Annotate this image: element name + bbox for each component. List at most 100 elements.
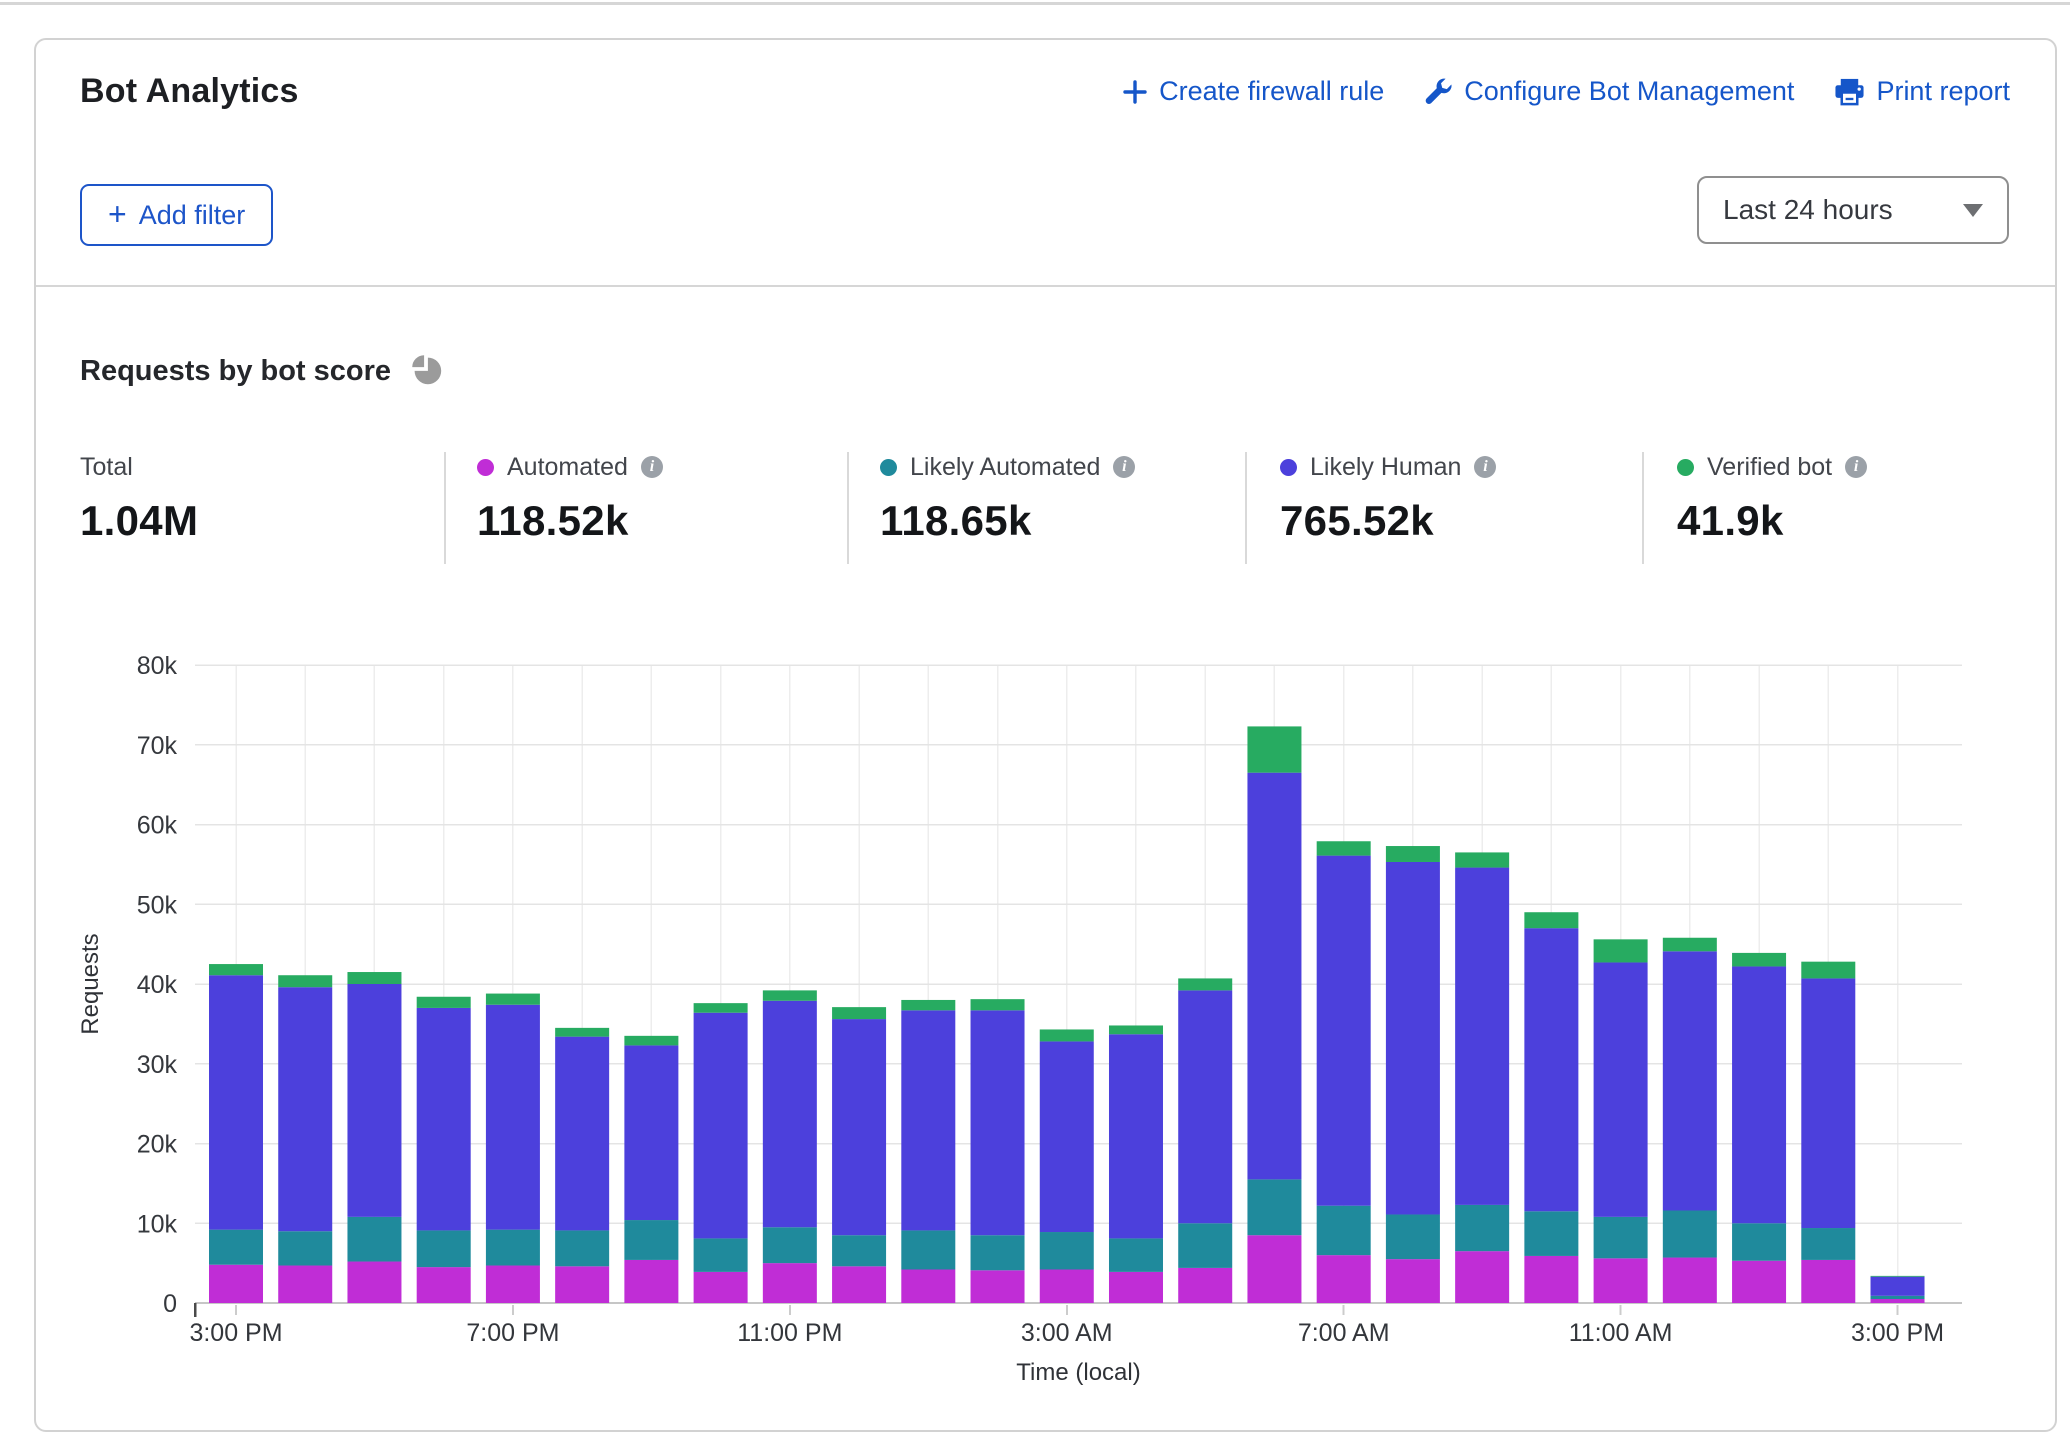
bar-segment[interactable] xyxy=(1871,1277,1925,1296)
add-filter-button[interactable]: + Add filter xyxy=(80,184,273,246)
bar-segment[interactable] xyxy=(1178,990,1232,1223)
bar-segment[interactable] xyxy=(1178,1268,1232,1303)
bar-segment[interactable] xyxy=(417,1008,471,1231)
bar-segment[interactable] xyxy=(832,1266,886,1303)
bar-segment[interactable] xyxy=(832,1019,886,1235)
bar-segment[interactable] xyxy=(763,1227,817,1263)
bar-segment[interactable] xyxy=(763,1263,817,1303)
bar-segment[interactable] xyxy=(1801,978,1855,1228)
bar-segment[interactable] xyxy=(763,1001,817,1227)
bar-segment[interactable] xyxy=(1732,1261,1786,1303)
bar-segment[interactable] xyxy=(1386,846,1440,862)
create-firewall-rule-link[interactable]: Create firewall rule xyxy=(1122,76,1384,107)
bar-segment[interactable] xyxy=(1040,1029,1094,1041)
bar-segment[interactable] xyxy=(1524,1256,1578,1303)
bar-segment[interactable] xyxy=(694,1238,748,1271)
bar-segment[interactable] xyxy=(971,1010,1025,1235)
bar-segment[interactable] xyxy=(1732,953,1786,967)
bar-segment[interactable] xyxy=(1040,1041,1094,1232)
bar-segment[interactable] xyxy=(1732,1223,1786,1260)
bar-segment[interactable] xyxy=(486,1266,540,1303)
bar-segment[interactable] xyxy=(209,975,263,1229)
bar-segment[interactable] xyxy=(1247,1235,1301,1303)
bar-segment[interactable] xyxy=(347,1262,401,1303)
bar-segment[interactable] xyxy=(1594,962,1648,1216)
bar-segment[interactable] xyxy=(694,1003,748,1013)
bar-segment[interactable] xyxy=(1455,852,1509,867)
bar-segment[interactable] xyxy=(1109,1238,1163,1271)
bar-segment[interactable] xyxy=(1663,1210,1717,1257)
bar-segment[interactable] xyxy=(1594,939,1648,962)
bar-segment[interactable] xyxy=(1871,1296,1925,1299)
bar-segment[interactable] xyxy=(555,1230,609,1266)
bar-segment[interactable] xyxy=(1801,1260,1855,1303)
bar-segment[interactable] xyxy=(1386,1259,1440,1303)
bar-segment[interactable] xyxy=(347,984,401,1217)
bar-segment[interactable] xyxy=(209,1265,263,1303)
bar-segment[interactable] xyxy=(1109,1272,1163,1303)
bar-segment[interactable] xyxy=(1524,928,1578,1211)
bar-segment[interactable] xyxy=(347,1217,401,1262)
bar-segment[interactable] xyxy=(209,1230,263,1265)
bar-segment[interactable] xyxy=(347,972,401,984)
bar-segment[interactable] xyxy=(1178,978,1232,990)
bar-segment[interactable] xyxy=(1317,1206,1371,1255)
bar-segment[interactable] xyxy=(1871,1299,1925,1303)
bar-segment[interactable] xyxy=(555,1028,609,1037)
bar-segment[interactable] xyxy=(1247,773,1301,1180)
info-icon[interactable]: i xyxy=(1845,456,1867,478)
bar-segment[interactable] xyxy=(1247,726,1301,772)
info-icon[interactable]: i xyxy=(641,456,663,478)
bar-segment[interactable] xyxy=(1317,856,1371,1206)
bar-segment[interactable] xyxy=(971,1235,1025,1270)
bar-segment[interactable] xyxy=(1594,1217,1648,1258)
bar-segment[interactable] xyxy=(1040,1232,1094,1269)
bar-segment[interactable] xyxy=(555,1266,609,1303)
bar-segment[interactable] xyxy=(971,999,1025,1010)
bar-segment[interactable] xyxy=(901,1000,955,1010)
bar-segment[interactable] xyxy=(624,1036,678,1046)
bar-segment[interactable] xyxy=(694,1272,748,1303)
bar-segment[interactable] xyxy=(1178,1223,1232,1268)
bar-segment[interactable] xyxy=(694,1013,748,1239)
bar-segment[interactable] xyxy=(624,1260,678,1303)
bar-segment[interactable] xyxy=(1109,1034,1163,1238)
bar-segment[interactable] xyxy=(1663,951,1717,1210)
bar-segment[interactable] xyxy=(763,990,817,1000)
bar-segment[interactable] xyxy=(209,964,263,975)
bar-segment[interactable] xyxy=(278,1231,332,1265)
bar-segment[interactable] xyxy=(486,994,540,1005)
bar-segment[interactable] xyxy=(1317,1255,1371,1303)
bar-segment[interactable] xyxy=(486,1005,540,1230)
bar-segment[interactable] xyxy=(1871,1276,1925,1277)
bar-segment[interactable] xyxy=(1455,868,1509,1205)
bar-segment[interactable] xyxy=(1524,912,1578,928)
info-icon[interactable]: i xyxy=(1474,456,1496,478)
bar-segment[interactable] xyxy=(486,1230,540,1266)
bar-segment[interactable] xyxy=(901,1230,955,1269)
bar-segment[interactable] xyxy=(1524,1211,1578,1256)
bar-segment[interactable] xyxy=(901,1270,955,1303)
bar-segment[interactable] xyxy=(1386,1214,1440,1259)
bar-segment[interactable] xyxy=(1594,1258,1648,1303)
time-range-select[interactable]: Last 24 hours xyxy=(1697,176,2009,244)
bar-segment[interactable] xyxy=(1040,1270,1094,1303)
bar-segment[interactable] xyxy=(278,1266,332,1303)
bar-segment[interactable] xyxy=(1247,1179,1301,1235)
bar-segment[interactable] xyxy=(1801,1228,1855,1260)
bar-segment[interactable] xyxy=(278,987,332,1231)
bar-segment[interactable] xyxy=(1801,962,1855,979)
bar-segment[interactable] xyxy=(901,1010,955,1230)
bar-segment[interactable] xyxy=(1732,966,1786,1223)
bar-segment[interactable] xyxy=(278,975,332,987)
bar-segment[interactable] xyxy=(624,1045,678,1220)
bar-segment[interactable] xyxy=(971,1270,1025,1303)
bar-segment[interactable] xyxy=(1317,841,1371,855)
bar-segment[interactable] xyxy=(1109,1025,1163,1034)
bar-segment[interactable] xyxy=(1455,1251,1509,1303)
bar-segment[interactable] xyxy=(1386,862,1440,1214)
bar-segment[interactable] xyxy=(1455,1205,1509,1251)
bar-segment[interactable] xyxy=(1663,1258,1717,1303)
bar-segment[interactable] xyxy=(417,1230,471,1267)
info-icon[interactable]: i xyxy=(1113,456,1135,478)
